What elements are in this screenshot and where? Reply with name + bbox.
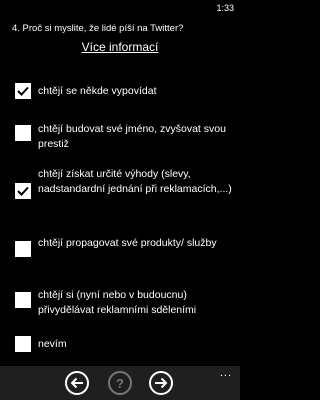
app-bar: ? ... bbox=[0, 366, 240, 400]
checkbox-unchecked[interactable] bbox=[15, 241, 31, 257]
option-label: chtějí se někde vypovídat bbox=[38, 85, 157, 97]
forward-button[interactable] bbox=[149, 371, 173, 395]
status-time: 1:33 bbox=[216, 3, 234, 13]
survey-screen: 1:33 4. Proč si myslite, že lidé píší na… bbox=[0, 0, 240, 400]
option-row[interactable]: chtějí budovat své jméno, zvyšovat svou … bbox=[0, 122, 240, 156]
option-row[interactable]: chtějí získat určité výhody (slevy, nads… bbox=[0, 167, 240, 215]
option-row[interactable]: chtějí propagovat své produkty/ služby bbox=[0, 236, 240, 270]
checkbox-unchecked[interactable] bbox=[15, 336, 31, 352]
option-label: chtějí si (nyní nebo v budoucnu) přivydě… bbox=[38, 289, 197, 316]
option-label: chtějí propagovat své produkty/ služby bbox=[38, 237, 217, 249]
more-info-link[interactable]: Více informací bbox=[0, 40, 240, 54]
option-row[interactable]: chtějí se někde vypovídat bbox=[0, 82, 240, 102]
question-icon: ? bbox=[116, 375, 124, 391]
checkbox-checked[interactable] bbox=[15, 83, 31, 99]
option-row[interactable]: chtějí si (nyní nebo v budoucnu) přivydě… bbox=[0, 288, 240, 322]
status-bar: 1:33 bbox=[0, 0, 240, 16]
option-row[interactable]: nevím bbox=[0, 334, 240, 354]
checkbox-unchecked[interactable] bbox=[15, 125, 31, 141]
checkbox-unchecked[interactable] bbox=[15, 292, 31, 308]
back-button[interactable] bbox=[65, 371, 89, 395]
checkbox-checked[interactable] bbox=[15, 183, 31, 199]
help-button[interactable]: ? bbox=[108, 371, 132, 395]
question-text: 4. Proč si myslite, že lidé píší na Twit… bbox=[12, 23, 184, 34]
option-label: nevím bbox=[38, 338, 67, 350]
option-label: chtějí budovat své jméno, zvyšovat svou … bbox=[38, 123, 226, 150]
option-label: chtějí získat určité výhody (slevy, nads… bbox=[38, 168, 232, 195]
check-icon bbox=[17, 86, 29, 96]
more-menu-button[interactable]: ... bbox=[220, 368, 232, 379]
arrow-left-icon bbox=[70, 377, 83, 389]
arrow-right-icon bbox=[155, 377, 168, 389]
check-icon bbox=[17, 186, 29, 196]
